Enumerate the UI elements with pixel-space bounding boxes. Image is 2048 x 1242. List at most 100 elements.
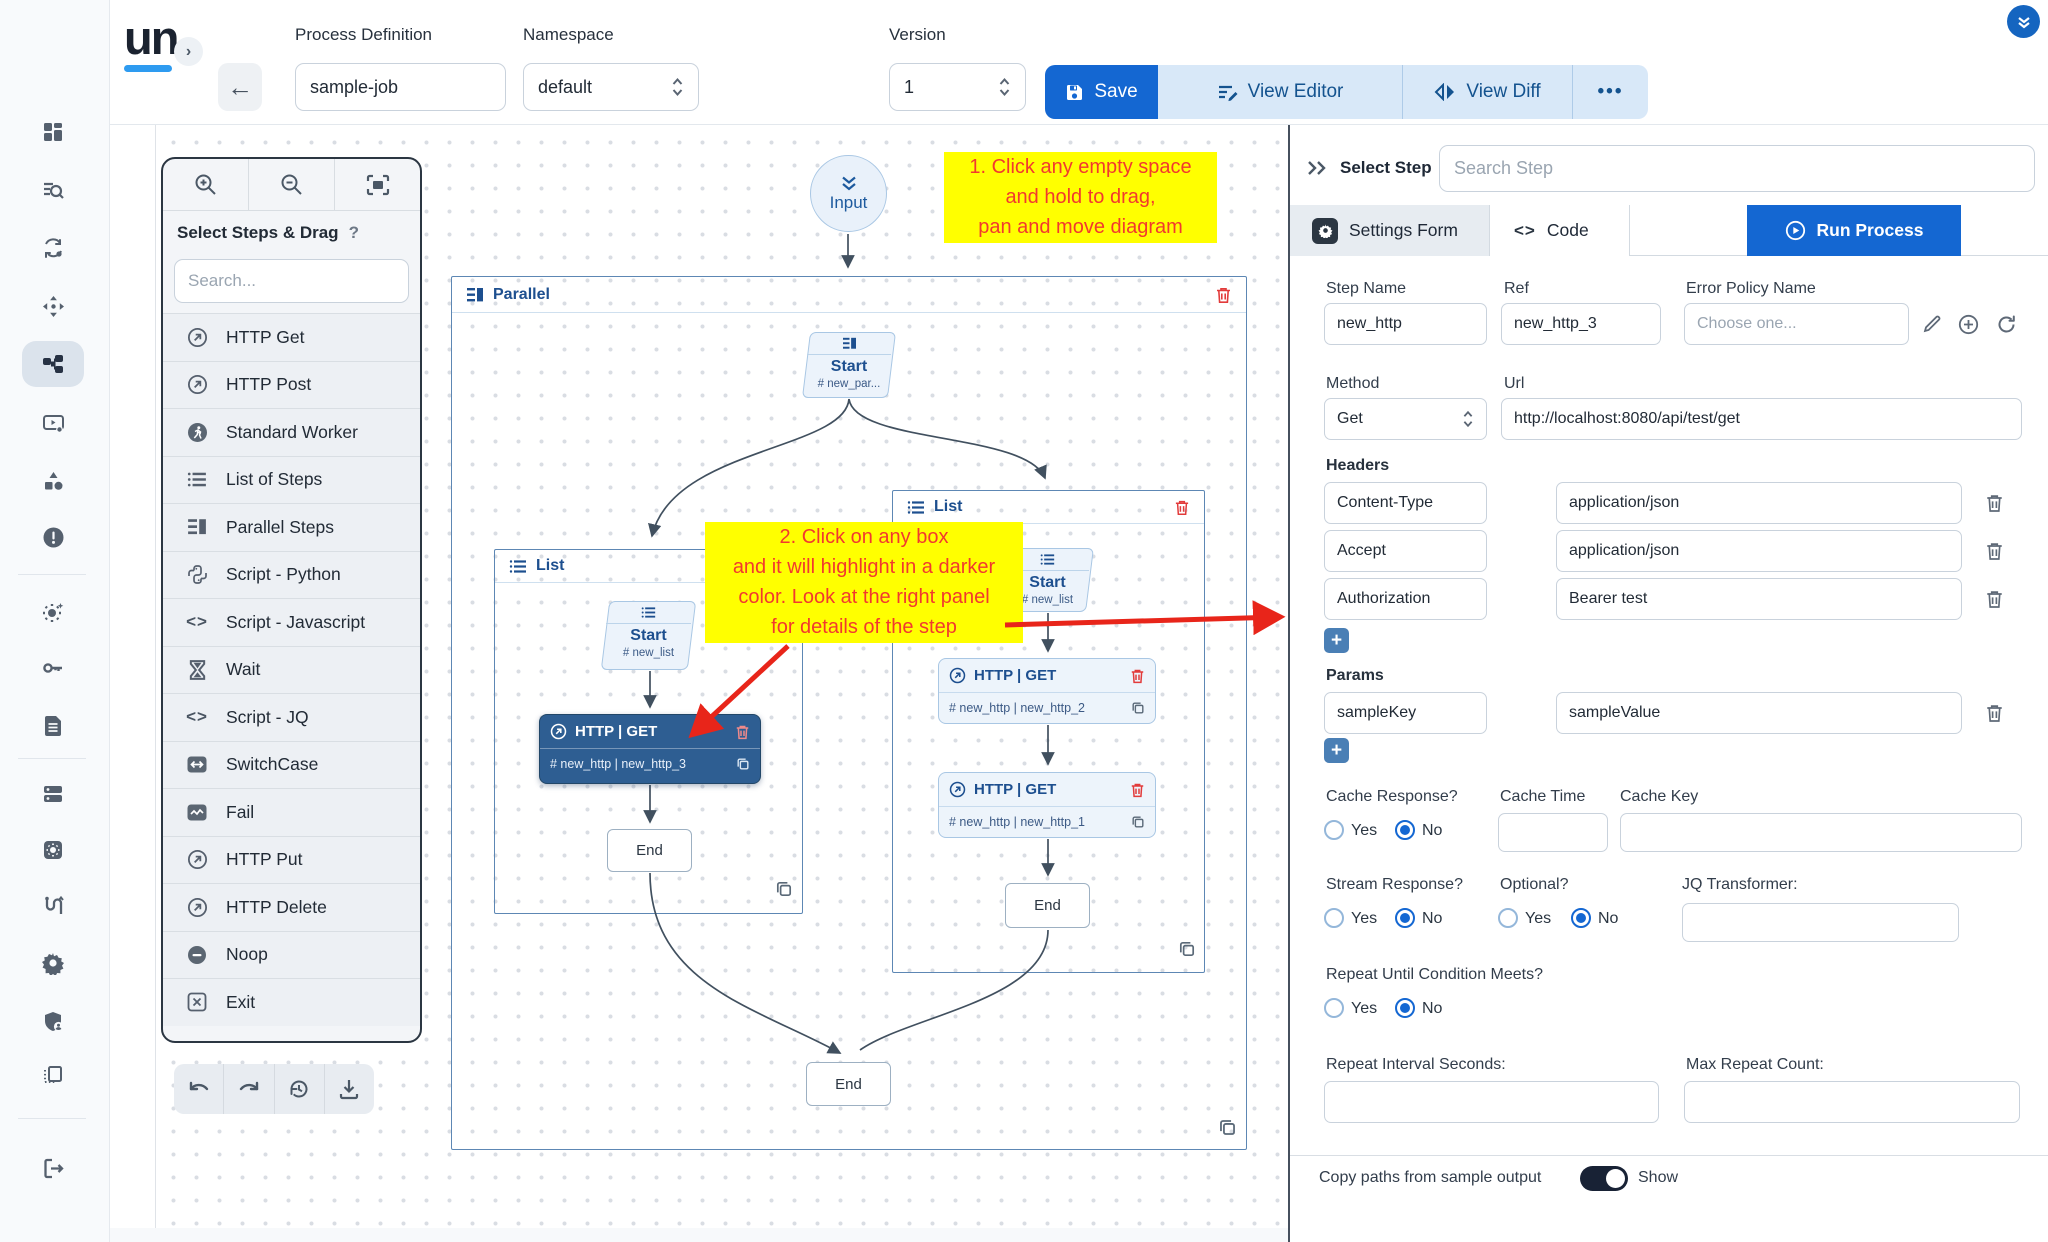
palette-step-http-delete[interactable]: HTTP Delete bbox=[163, 883, 420, 931]
ref-input[interactable] bbox=[1501, 303, 1661, 345]
end-node-right[interactable]: End bbox=[1005, 883, 1090, 928]
duplicate-container-icon[interactable] bbox=[1178, 940, 1196, 958]
method-select[interactable]: Get bbox=[1324, 398, 1487, 440]
optional-yes-radio[interactable] bbox=[1498, 908, 1518, 928]
integrations-icon[interactable] bbox=[22, 883, 84, 929]
delete-step-icon[interactable] bbox=[1130, 668, 1145, 684]
step-name-input[interactable] bbox=[1324, 303, 1487, 345]
http-node-selected[interactable]: HTTP | GET # new_http | new_http_3 bbox=[539, 714, 761, 784]
cache-time-input[interactable] bbox=[1498, 813, 1608, 852]
delete-parallel-icon[interactable] bbox=[1215, 286, 1232, 304]
palette-step-http-put[interactable]: HTTP Put bbox=[163, 836, 420, 884]
help-icon[interactable]: ? bbox=[349, 223, 359, 243]
stream-response-no-radio[interactable] bbox=[1395, 908, 1415, 928]
delete-header-icon[interactable] bbox=[1982, 491, 2006, 515]
delete-step-icon[interactable] bbox=[1130, 782, 1145, 798]
shapes-icon[interactable] bbox=[22, 458, 84, 504]
stream-response-yes-radio[interactable] bbox=[1324, 908, 1344, 928]
version-select[interactable]: 1 bbox=[889, 63, 1026, 111]
duplicate-step-icon[interactable] bbox=[1131, 815, 1145, 829]
header-key-input[interactable] bbox=[1324, 578, 1487, 620]
palette-step-http-get[interactable]: HTTP Get bbox=[163, 313, 420, 361]
expand-sidebar-button[interactable]: › bbox=[174, 37, 203, 66]
header-value-input[interactable] bbox=[1556, 530, 1962, 572]
header-value-input[interactable] bbox=[1556, 578, 1962, 620]
repeat-interval-input[interactable] bbox=[1324, 1081, 1659, 1123]
add-circle-icon[interactable] bbox=[1955, 311, 1981, 337]
key-icon[interactable] bbox=[22, 645, 84, 691]
run-settings-icon[interactable] bbox=[22, 400, 84, 446]
view-diff-button[interactable]: View Diff bbox=[1402, 65, 1572, 119]
cache-response-no-radio[interactable] bbox=[1395, 820, 1415, 840]
header-key-input[interactable] bbox=[1324, 482, 1487, 524]
redo-icon[interactable] bbox=[224, 1064, 274, 1114]
delete-header-icon[interactable] bbox=[1982, 539, 2006, 563]
url-input[interactable] bbox=[1501, 398, 2022, 440]
delete-header-icon[interactable] bbox=[1982, 587, 2006, 611]
header-value-input[interactable] bbox=[1556, 482, 1962, 524]
jq-transformer-input[interactable] bbox=[1682, 903, 1959, 942]
param-value-input[interactable] bbox=[1556, 692, 1962, 734]
palette-step-exit[interactable]: Exit bbox=[163, 978, 420, 1026]
max-repeat-input[interactable] bbox=[1684, 1081, 2020, 1123]
account-badge-icon[interactable] bbox=[2007, 5, 2040, 38]
more-actions-button[interactable]: ••• bbox=[1572, 65, 1648, 119]
fit-view-icon[interactable] bbox=[335, 159, 420, 210]
palette-step-standard-worker[interactable]: Standard Worker bbox=[163, 408, 420, 456]
history-icon[interactable] bbox=[275, 1064, 325, 1114]
move-icon[interactable] bbox=[22, 283, 84, 329]
start-node-parallel[interactable]: Start # new_par... bbox=[802, 332, 896, 398]
run-process-button[interactable]: Run Process bbox=[1747, 205, 1961, 256]
windows-icon[interactable] bbox=[22, 1052, 84, 1098]
zoom-out-icon[interactable] bbox=[249, 159, 335, 210]
delete-list-right-icon[interactable] bbox=[1174, 499, 1190, 516]
zoom-in-icon[interactable] bbox=[163, 159, 249, 210]
back-button[interactable]: ← bbox=[218, 63, 262, 111]
end-node-left[interactable]: End bbox=[607, 829, 692, 872]
repeat-until-no-radio[interactable] bbox=[1395, 998, 1415, 1018]
settings-gear-icon[interactable] bbox=[22, 940, 84, 986]
http-node-2[interactable]: HTTP | GET # new_http | new_http_2 bbox=[938, 658, 1156, 724]
palette-step-switchcase[interactable]: SwitchCase bbox=[163, 741, 420, 789]
search-list-icon[interactable] bbox=[22, 167, 84, 213]
palette-step-list-of-steps[interactable]: List of Steps bbox=[163, 456, 420, 504]
tab-settings-form[interactable]: Settings Form bbox=[1290, 205, 1490, 256]
add-header-button[interactable]: + bbox=[1324, 628, 1349, 653]
cache-key-input[interactable] bbox=[1620, 813, 2022, 852]
start-node-list-left[interactable]: Start # new_list bbox=[601, 601, 696, 670]
schedule-history-icon[interactable] bbox=[22, 225, 84, 271]
duplicate-step-icon[interactable] bbox=[1131, 701, 1145, 715]
view-editor-button[interactable]: View Editor bbox=[1158, 65, 1402, 119]
dashboard-icon[interactable] bbox=[22, 109, 84, 155]
collapse-panel-icon[interactable] bbox=[1306, 159, 1328, 177]
alert-icon[interactable] bbox=[22, 514, 84, 560]
step-search-input[interactable] bbox=[1439, 145, 2035, 192]
workflow-icon[interactable] bbox=[22, 341, 84, 387]
end-node-bottom[interactable]: End bbox=[806, 1062, 891, 1106]
palette-step-wait[interactable]: Wait bbox=[163, 646, 420, 694]
repeat-until-yes-radio[interactable] bbox=[1324, 998, 1344, 1018]
cache-response-yes-radio[interactable] bbox=[1324, 820, 1344, 840]
namespace-select[interactable]: default bbox=[523, 63, 699, 111]
save-button[interactable]: Save bbox=[1045, 65, 1158, 119]
undo-icon[interactable] bbox=[174, 1064, 224, 1114]
download-icon[interactable] bbox=[325, 1064, 374, 1114]
edit-icon[interactable] bbox=[1919, 311, 1945, 337]
package-settings-icon[interactable] bbox=[22, 827, 84, 873]
param-key-input[interactable] bbox=[1324, 692, 1487, 734]
tab-code[interactable]: <> Code bbox=[1490, 205, 1630, 256]
header-key-input[interactable] bbox=[1324, 530, 1487, 572]
process-definition-input[interactable] bbox=[295, 63, 506, 111]
gear-sparkle-icon[interactable] bbox=[22, 589, 84, 635]
logout-icon[interactable] bbox=[22, 1145, 84, 1191]
palette-search-input[interactable] bbox=[174, 259, 409, 303]
security-user-icon[interactable] bbox=[22, 998, 84, 1044]
refresh-icon[interactable] bbox=[1993, 311, 2019, 337]
delete-step-icon[interactable] bbox=[735, 724, 750, 740]
palette-step-http-post[interactable]: HTTP Post bbox=[163, 361, 420, 409]
duplicate-container-icon[interactable] bbox=[775, 880, 793, 898]
duplicate-container-icon[interactable] bbox=[1218, 1118, 1237, 1137]
input-node[interactable]: Input bbox=[810, 155, 887, 232]
palette-step-parallel-steps[interactable]: Parallel Steps bbox=[163, 503, 420, 551]
optional-no-radio[interactable] bbox=[1571, 908, 1591, 928]
